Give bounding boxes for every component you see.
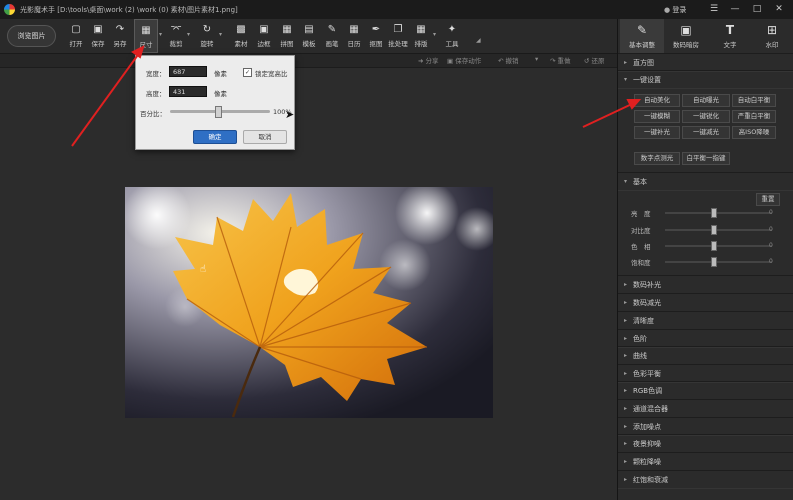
annotation-arrow-resize	[71, 51, 141, 147]
annotation-arrowhead-resize	[131, 45, 145, 59]
annotation-arrowhead-auto-beautify	[626, 99, 642, 110]
annotation-arrow-auto-beautify	[582, 102, 635, 128]
annotation-arrows	[71, 45, 642, 147]
